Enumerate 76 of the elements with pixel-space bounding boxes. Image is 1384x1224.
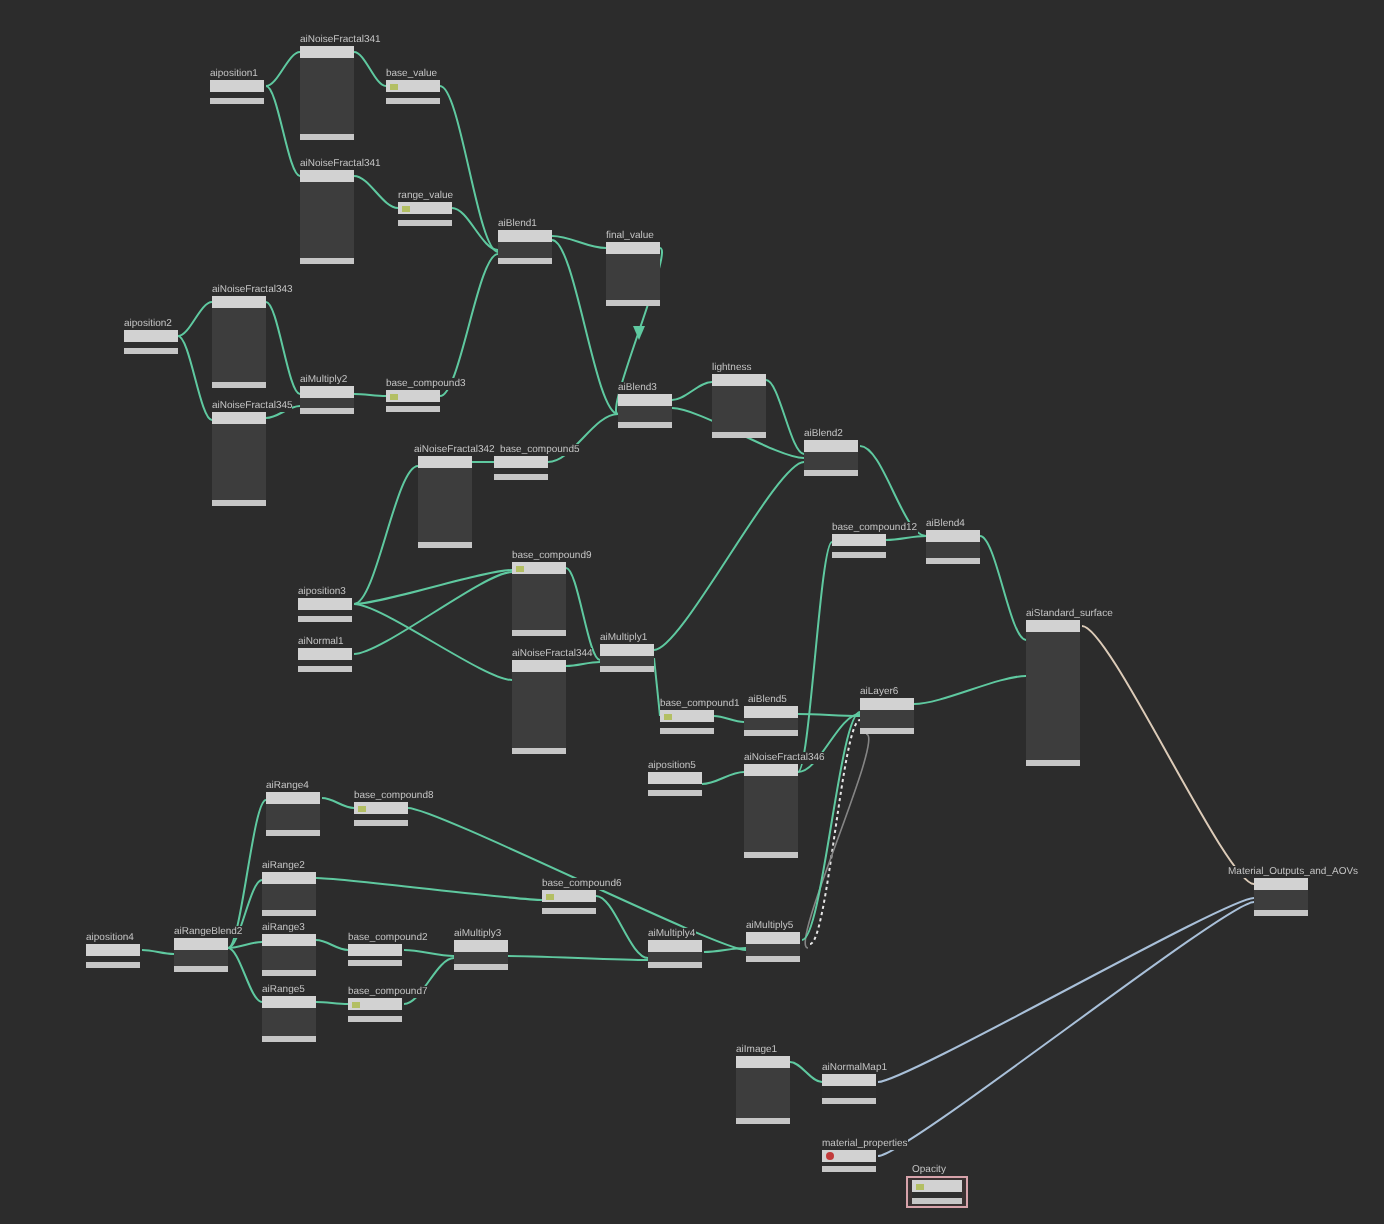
shader-node[interactable] <box>86 944 140 968</box>
shader-node[interactable] <box>300 386 354 414</box>
shader-node[interactable] <box>660 710 714 734</box>
shader-node[interactable] <box>386 390 440 412</box>
shader-node[interactable] <box>542 890 596 914</box>
shader-node[interactable] <box>712 374 766 438</box>
swatch-icon <box>357 805 365 811</box>
swatch-icon <box>663 713 671 719</box>
shader-node[interactable] <box>174 938 228 972</box>
connection-wire <box>141 949 175 955</box>
shader-node[interactable] <box>266 792 320 836</box>
shader-node[interactable] <box>124 330 178 354</box>
shader-node[interactable] <box>860 698 914 734</box>
shader-node[interactable] <box>822 1074 876 1104</box>
connection-wire <box>353 393 387 397</box>
shader-node[interactable] <box>300 46 354 140</box>
connection-wire <box>315 939 349 951</box>
shader-node[interactable] <box>498 230 552 264</box>
connection-wire <box>321 797 355 809</box>
shader-node[interactable] <box>348 944 402 966</box>
shader-node[interactable] <box>804 440 858 476</box>
shader-node[interactable] <box>348 998 402 1022</box>
shader-node[interactable] <box>606 242 660 306</box>
connection-wire <box>713 715 745 723</box>
shader-node[interactable] <box>746 932 800 962</box>
connection-wire <box>671 381 713 401</box>
shader-node[interactable] <box>648 940 702 968</box>
shader-node[interactable] <box>494 456 548 480</box>
shader-node[interactable] <box>210 80 264 104</box>
swatch-icon <box>389 83 397 89</box>
swatch-icon <box>915 1183 923 1189</box>
shader-node[interactable] <box>744 706 798 736</box>
shader-node[interactable] <box>1026 620 1080 766</box>
flow-arrow-icon <box>633 326 645 340</box>
swatch-icon <box>389 393 397 399</box>
shader-node[interactable] <box>298 648 352 672</box>
swatch-icon <box>515 565 523 571</box>
material-ball-icon <box>825 1152 833 1160</box>
connection-wire <box>653 657 661 717</box>
shader-node[interactable] <box>262 934 316 976</box>
shader-node[interactable] <box>832 534 886 558</box>
connection-wire <box>353 51 387 87</box>
connection-wire <box>789 1061 823 1083</box>
shader-node[interactable] <box>618 394 672 428</box>
shader-node[interactable] <box>454 940 508 970</box>
connection-wire <box>913 675 1027 705</box>
connection-wire <box>353 175 399 209</box>
shader-node[interactable] <box>262 996 316 1042</box>
swatch-icon <box>545 893 553 899</box>
connection-wire <box>315 1001 349 1005</box>
shader-node[interactable] <box>512 660 566 754</box>
connection-wire <box>701 771 745 785</box>
shader-node[interactable] <box>1254 878 1308 916</box>
shader-node[interactable] <box>600 644 654 672</box>
shader-node[interactable] <box>300 170 354 264</box>
shader-node[interactable] <box>512 562 566 636</box>
shader-node[interactable] <box>736 1056 790 1124</box>
shader-node[interactable] <box>822 1150 876 1172</box>
shader-node[interactable] <box>354 802 408 826</box>
shader-node[interactable] <box>648 772 702 796</box>
connection-wire <box>265 301 301 395</box>
connection-wire <box>471 461 495 463</box>
shader-node[interactable] <box>262 872 316 916</box>
shader-node[interactable] <box>398 202 452 226</box>
shader-node[interactable] <box>926 530 980 564</box>
shader-node[interactable] <box>212 412 266 506</box>
shader-node[interactable] <box>386 80 440 104</box>
shader-node[interactable] <box>906 1176 968 1208</box>
shader-node[interactable] <box>418 456 472 548</box>
shader-node[interactable] <box>298 598 352 622</box>
connection-wire <box>265 405 301 419</box>
shader-node[interactable] <box>212 296 266 388</box>
swatch-icon <box>401 205 409 211</box>
shader-node[interactable] <box>744 764 798 858</box>
connection-wire <box>979 535 1027 641</box>
swatch-icon <box>351 1001 359 1007</box>
